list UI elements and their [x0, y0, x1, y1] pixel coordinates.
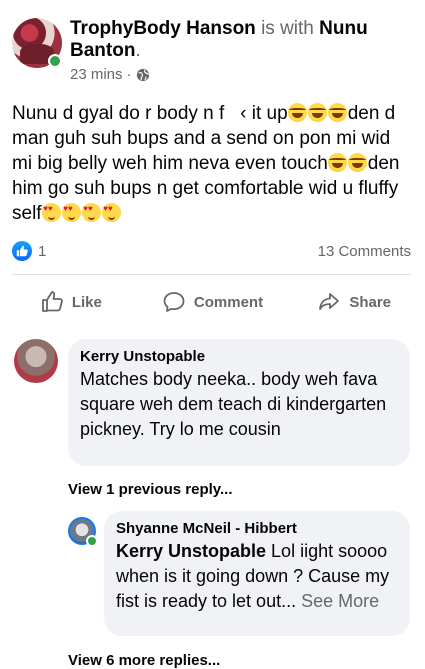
- period: .: [135, 40, 141, 61]
- online-status-dot: [48, 54, 62, 68]
- reaction-summary[interactable]: 1: [12, 241, 46, 261]
- comment-label: Comment: [193, 293, 264, 311]
- laughing-emoji-icon: [328, 103, 348, 122]
- commenter-name[interactable]: Kerry Unstopable: [80, 347, 398, 367]
- heart-eyes-emoji-icon: [82, 203, 102, 222]
- view-more-replies-link[interactable]: View 6 more replies...: [68, 652, 220, 669]
- post-header: TrophyBody Hanson is with Nunu Banton. 2…: [12, 16, 412, 88]
- post-text: Nunu d gyal do r body n f ‹ it up den d m…: [12, 101, 414, 226]
- post-text-segment: ‹ it up: [240, 103, 288, 124]
- post-actions: Like Comment Share: [0, 284, 425, 320]
- see-more-link[interactable]: See More: [296, 591, 379, 611]
- globe-icon: [136, 68, 149, 81]
- share-label: Share: [349, 293, 392, 311]
- comment-icon: [163, 292, 185, 312]
- reply-text: Kerry Unstopable Lol iight soooo when is…: [116, 539, 398, 614]
- share-button[interactable]: Share: [283, 284, 425, 320]
- reaction-count: 1: [38, 242, 47, 260]
- heart-eyes-emoji-icon: [62, 203, 82, 222]
- reply-bubble: Shyanne McNeil - Hibbert Kerry Unstopabl…: [104, 511, 410, 636]
- author-name[interactable]: TrophyBody Hanson: [70, 18, 256, 39]
- laughing-emoji-icon: [348, 153, 368, 172]
- thumbs-up-icon: [41, 291, 63, 312]
- post-text-segment: Nunu d gyal do r body n f: [12, 103, 230, 124]
- post-time[interactable]: 23 mins: [70, 66, 123, 83]
- comment-button[interactable]: Comment: [142, 284, 284, 320]
- comments-count[interactable]: 13 Comments: [318, 243, 411, 260]
- commenter-avatar[interactable]: [14, 339, 58, 383]
- replier-name[interactable]: Shyanne McNeil - Hibbert: [116, 519, 398, 539]
- post-text-segment: [230, 103, 241, 124]
- heart-eyes-emoji-icon: [102, 203, 122, 222]
- with-text: is with: [261, 18, 314, 39]
- view-previous-reply-link[interactable]: View 1 previous reply...: [68, 481, 233, 498]
- share-icon: [319, 293, 340, 310]
- laughing-emoji-icon: [288, 103, 308, 122]
- meta-dot: ·: [126, 66, 132, 83]
- post-meta: 23 mins ·: [70, 66, 150, 83]
- like-reaction-icon: [12, 241, 32, 261]
- replier-online-dot: [86, 535, 98, 547]
- like-button[interactable]: Like: [0, 284, 142, 320]
- divider: [12, 274, 411, 275]
- laughing-emoji-icon: [308, 103, 328, 122]
- comment-bubble: Kerry Unstopable Matches body neeka.. bo…: [68, 339, 410, 466]
- comment-text: Matches body neeka.. body weh fava squar…: [80, 369, 387, 439]
- like-label: Like: [71, 293, 102, 311]
- heart-eyes-emoji-icon: [42, 203, 62, 222]
- laughing-emoji-icon: [328, 153, 348, 172]
- reply-mention[interactable]: Kerry Unstopable: [116, 541, 266, 561]
- post-stats: 1 13 Comments: [12, 240, 411, 262]
- post-headline: TrophyBody Hanson is with Nunu Banton.: [70, 18, 400, 62]
